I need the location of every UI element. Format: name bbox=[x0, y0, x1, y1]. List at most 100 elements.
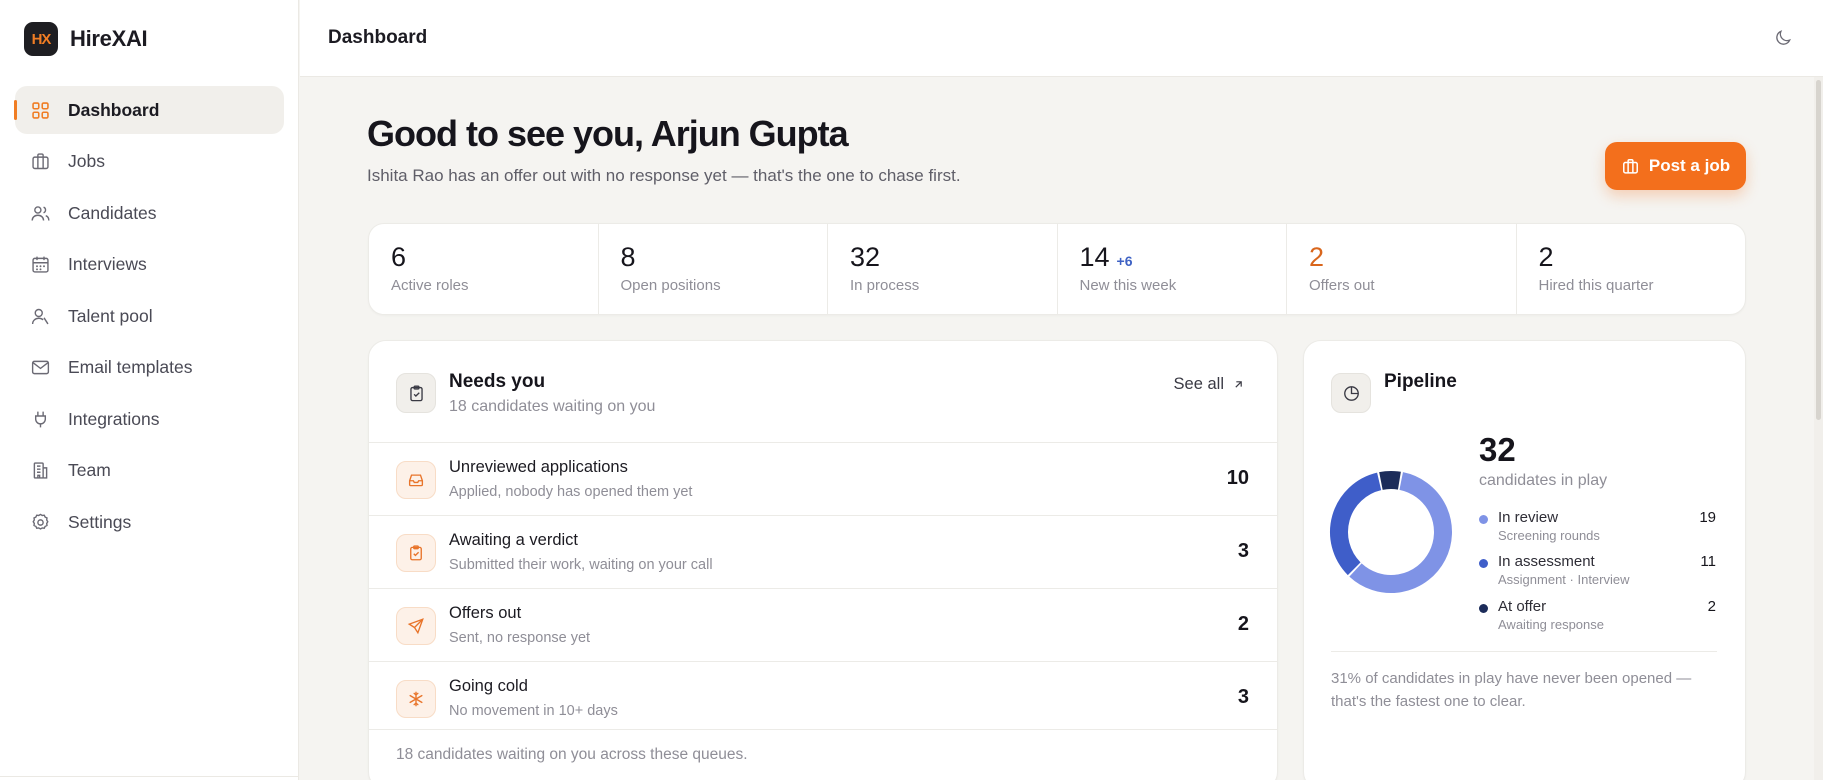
legend-row-at-offer[interactable]: At offer Awaiting response 2 bbox=[1479, 598, 1716, 638]
stat-value: 32 bbox=[850, 242, 881, 272]
queue-count: 2 bbox=[1237, 613, 1249, 635]
pie-chart-icon bbox=[1331, 373, 1371, 413]
needs-you-title: Needs you bbox=[449, 371, 546, 392]
donut-segment-in-assessment bbox=[1330, 472, 1382, 576]
sidebar-item-label: Candidates bbox=[68, 202, 157, 223]
pipeline-card: Pipeline 32 candidates in play In review… bbox=[1303, 340, 1746, 780]
theme-toggle-button[interactable] bbox=[1771, 26, 1795, 50]
legend-row-in-review[interactable]: In review Screening rounds 19 bbox=[1479, 509, 1716, 549]
sidebar-item-label: Dashboard bbox=[68, 99, 160, 120]
clipboard-check-icon bbox=[396, 373, 436, 413]
stat-new-this-week[interactable]: 14 +6 New this week bbox=[1058, 224, 1287, 314]
see-all-label: See all bbox=[1173, 375, 1224, 393]
sidebar-item-candidates[interactable]: Candidates bbox=[15, 189, 284, 237]
stat-value: 6 bbox=[391, 242, 407, 272]
brand-logo: HX bbox=[24, 22, 58, 56]
sidebar-item-dashboard[interactable]: Dashboard bbox=[14, 86, 284, 134]
needs-you-footer: 18 candidates waiting on you across thes… bbox=[369, 729, 1277, 780]
legend-value: 19 bbox=[1699, 509, 1716, 526]
sidebar-item-team[interactable]: Team bbox=[15, 447, 284, 495]
sidebar-item-label: Settings bbox=[68, 511, 132, 532]
see-all-link[interactable]: See all bbox=[1174, 375, 1245, 394]
brand-mark: HX bbox=[31, 30, 52, 48]
scrollbar-thumb[interactable] bbox=[1816, 80, 1821, 420]
pipeline-title: Pipeline bbox=[1384, 371, 1457, 392]
clipboard-check-icon bbox=[396, 534, 436, 572]
queue-offers-out[interactable]: Offers out Sent, no response yet 2 bbox=[369, 588, 1277, 661]
pipeline-total: 32 bbox=[1479, 431, 1516, 468]
inbox-icon bbox=[396, 461, 436, 499]
stat-value: 8 bbox=[620, 242, 636, 272]
sidebar-nav: Dashboard Jobs Candidates Interviews Tal… bbox=[14, 86, 284, 550]
legend-value: 2 bbox=[1707, 598, 1716, 615]
post-job-button[interactable]: Post a job bbox=[1605, 142, 1746, 190]
legend-dot bbox=[1479, 604, 1488, 613]
queue-title: Offers out bbox=[449, 604, 522, 622]
stat-value: 14 +6 bbox=[1079, 242, 1133, 272]
sidebar-item-email-templates[interactable]: Email templates bbox=[15, 344, 284, 392]
legend-name: In assessment bbox=[1498, 553, 1595, 570]
sidebar-item-label: Team bbox=[68, 460, 111, 480]
building-icon bbox=[29, 460, 51, 482]
briefcase-icon bbox=[1622, 158, 1638, 174]
arrow-up-right-icon bbox=[1235, 381, 1242, 388]
queue-subtitle: No movement in 10+ days bbox=[449, 703, 618, 719]
mail-icon bbox=[29, 357, 51, 379]
stat-in-process[interactable]: 32 In process bbox=[828, 224, 1058, 314]
briefcase-icon bbox=[29, 151, 51, 173]
user-search-icon bbox=[29, 305, 51, 327]
stat-label: Active roles bbox=[391, 277, 469, 294]
stat-value: 2 bbox=[1538, 242, 1554, 272]
stat-active-roles[interactable]: 6 Active roles bbox=[369, 224, 599, 314]
legend-row-in-assessment[interactable]: In assessment Assignment · Interview 11 bbox=[1479, 553, 1716, 593]
sidebar-item-jobs[interactable]: Jobs bbox=[15, 138, 284, 186]
legend-dot bbox=[1479, 515, 1488, 524]
pipeline-note: 31% of candidates in play have never bee… bbox=[1331, 670, 1692, 710]
stat-offers-out[interactable]: 2 Offers out bbox=[1287, 224, 1517, 314]
legend-subtitle: Screening rounds bbox=[1498, 528, 1600, 543]
send-icon bbox=[396, 607, 436, 645]
sidebar-item-integrations[interactable]: Integrations bbox=[15, 395, 284, 443]
stat-label: Hired this quarter bbox=[1538, 277, 1654, 294]
donut-segment-at-offer bbox=[1379, 471, 1401, 490]
donut-segment-in-review bbox=[1349, 472, 1452, 593]
stat-label: Open positions bbox=[620, 277, 721, 294]
moon-icon bbox=[1776, 30, 1791, 45]
stat-label: Offers out bbox=[1309, 277, 1375, 294]
stats-strip: 6 Active roles 8 Open positions 32 In pr… bbox=[368, 223, 1746, 315]
snowflake-icon bbox=[396, 680, 436, 718]
queue-subtitle: Sent, no response yet bbox=[449, 630, 591, 646]
sidebar-item-settings[interactable]: Settings bbox=[15, 498, 284, 546]
stat-label: New this week bbox=[1079, 277, 1177, 294]
greeting-subtext: Ishita Rao has an offer out with no resp… bbox=[367, 166, 961, 185]
sidebar: HX HireXAI Dashboard Jobs Candidates Int… bbox=[0, 0, 299, 780]
legend-name: At offer bbox=[1498, 598, 1547, 615]
gear-icon bbox=[29, 511, 51, 533]
queue-unreviewed-applications[interactable]: Unreviewed applications Applied, nobody … bbox=[369, 442, 1277, 515]
queue-awaiting-verdict[interactable]: Awaiting a verdict Submitted their work,… bbox=[369, 515, 1277, 588]
stat-hired-this-quarter[interactable]: 2 Hired this quarter bbox=[1517, 224, 1746, 314]
sidebar-item-label: Email templates bbox=[68, 357, 193, 377]
calendar-icon bbox=[29, 254, 51, 276]
pipeline-total-label: candidates in play bbox=[1479, 472, 1608, 489]
needs-you-subtitle: 18 candidates waiting on you bbox=[449, 398, 656, 415]
greeting-heading: Good to see you, Arjun Gupta bbox=[367, 113, 849, 154]
stat-label: In process bbox=[850, 277, 920, 294]
legend-subtitle: Assignment · Interview bbox=[1498, 572, 1630, 587]
stat-delta: +6 bbox=[1116, 253, 1133, 269]
plug-icon bbox=[29, 408, 51, 430]
legend-value: 11 bbox=[1700, 553, 1716, 570]
grid-icon bbox=[29, 99, 51, 121]
users-icon bbox=[29, 202, 51, 224]
sidebar-footer-divider bbox=[0, 776, 299, 780]
sidebar-item-talent-pool[interactable]: Talent pool bbox=[15, 292, 284, 340]
pipeline-divider bbox=[1331, 651, 1717, 652]
stat-open-positions[interactable]: 8 Open positions bbox=[599, 224, 828, 314]
brand[interactable]: HX HireXAI bbox=[24, 22, 148, 56]
queue-going-cold[interactable]: Going cold No movement in 10+ days 3 bbox=[369, 661, 1277, 734]
sidebar-item-interviews[interactable]: Interviews bbox=[15, 241, 284, 289]
sidebar-item-label: Interviews bbox=[68, 254, 147, 274]
brand-name: HireXAI bbox=[70, 26, 148, 51]
queue-title: Going cold bbox=[449, 677, 528, 695]
legend-dot bbox=[1479, 559, 1488, 568]
